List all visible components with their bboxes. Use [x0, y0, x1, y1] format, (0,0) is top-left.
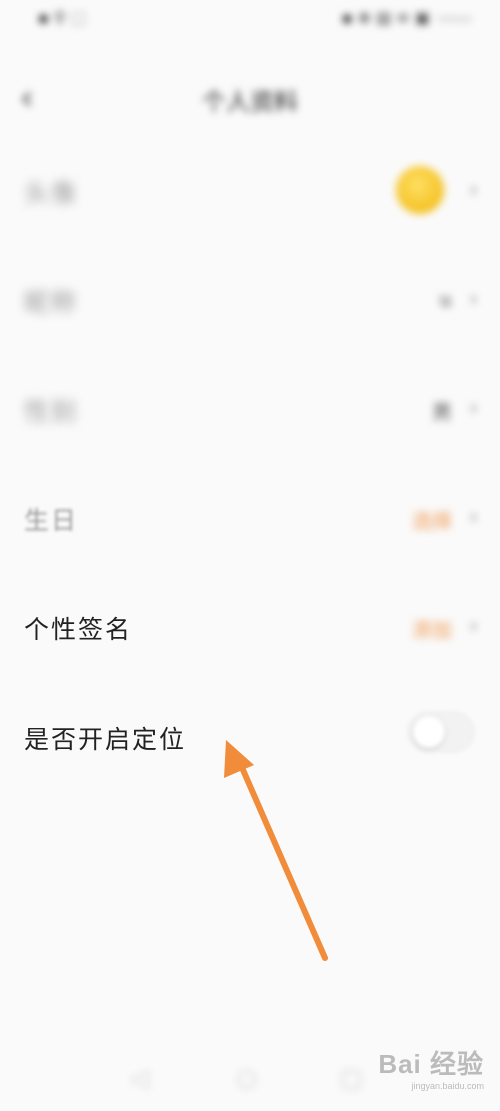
- status-right-icons: ▪ ⊕ ▤ ≡ ▣: [341, 8, 430, 27]
- row-label: 性别: [24, 397, 79, 426]
- row-label: 个性签名: [24, 615, 133, 644]
- watermark-url: jingyan.baidu.com: [411, 1081, 484, 1091]
- chevron-right-icon: ›: [469, 505, 478, 530]
- location-toggle[interactable]: [408, 712, 474, 752]
- signature-value: 添加: [412, 618, 452, 642]
- status-left-icons: ▪ ⚲ ⬚: [38, 8, 86, 27]
- watermark: Bai 经验 jingyan.baidu.com: [378, 1044, 484, 1091]
- chevron-right-icon: ›: [469, 287, 478, 312]
- gender-value: 男: [432, 400, 452, 424]
- status-bar: ▪ ⚲ ⬚ ▪ ⊕ ▤ ≡ ▣ ▭▭▭: [0, 0, 500, 36]
- birthday-value: 选择: [412, 509, 452, 533]
- row-label: 头像: [24, 179, 79, 208]
- row-nickname[interactable]: 昵称 u ›: [0, 257, 500, 347]
- row-label: 生日: [24, 506, 79, 535]
- row-label: 昵称: [24, 288, 79, 317]
- battery-icon: ▭▭▭: [437, 11, 472, 25]
- row-avatar[interactable]: 头像 ›: [0, 148, 500, 238]
- chevron-right-icon: ›: [469, 614, 478, 639]
- toggle-knob: [413, 716, 445, 748]
- chevron-right-icon: ›: [469, 396, 478, 421]
- row-location: 是否开启定位: [0, 694, 500, 784]
- row-birthday[interactable]: 生日 选择 ›: [0, 475, 500, 565]
- row-label: 是否开启定位: [24, 725, 187, 754]
- nav-recent-icon[interactable]: ▢: [340, 1064, 363, 1092]
- avatar: [396, 166, 444, 214]
- watermark-logo: Bai 经验: [378, 1049, 484, 1079]
- row-gender[interactable]: 性别 男 ›: [0, 366, 500, 456]
- row-signature[interactable]: 个性签名 添加 ›: [0, 584, 500, 674]
- page-title: 个人资料: [202, 88, 298, 116]
- nav-back-icon[interactable]: ◁: [130, 1064, 148, 1092]
- header: ‹ 个人资料: [0, 60, 500, 130]
- nickname-value: u: [439, 287, 452, 311]
- nav-home-icon[interactable]: ○: [236, 1064, 257, 1092]
- chevron-right-icon: ›: [469, 178, 478, 203]
